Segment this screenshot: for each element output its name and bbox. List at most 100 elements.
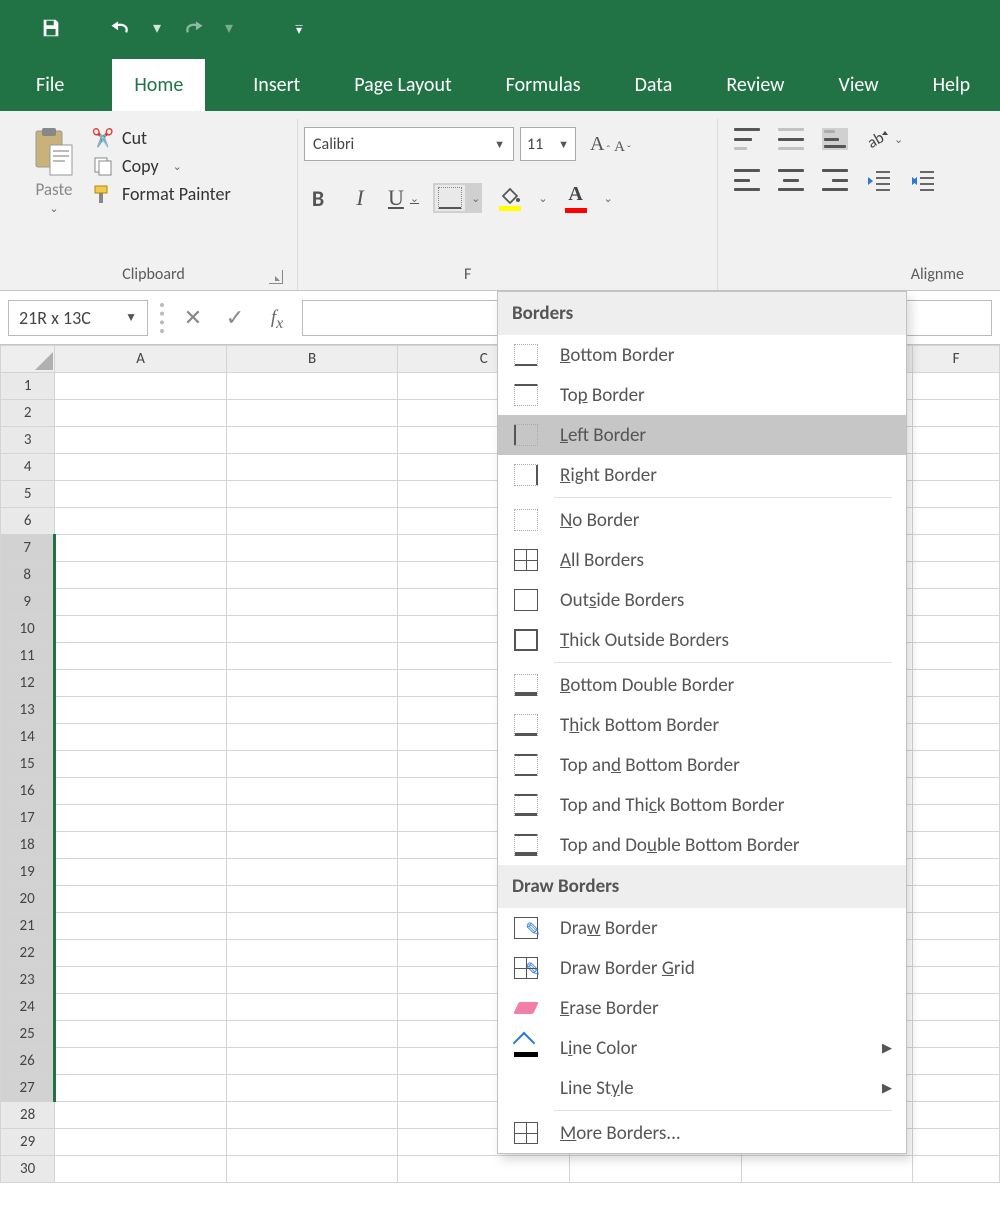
cell[interactable] xyxy=(55,1156,227,1183)
decrease-font-size-button[interactable]: Aˇ xyxy=(614,133,631,156)
align-middle-button[interactable] xyxy=(778,128,804,150)
cell[interactable] xyxy=(741,1156,913,1183)
name-box[interactable]: 21R x 13C ▼ xyxy=(8,300,148,336)
insert-function-button[interactable]: fx xyxy=(260,302,294,333)
row-header[interactable]: 2 xyxy=(1,400,55,427)
cell[interactable] xyxy=(226,508,398,535)
border-option-top[interactable]: Top Border xyxy=(498,375,906,415)
cell[interactable] xyxy=(913,1075,1000,1102)
cell[interactable] xyxy=(55,589,227,616)
cell[interactable] xyxy=(55,1075,227,1102)
row-header[interactable]: 14 xyxy=(1,724,55,751)
cell[interactable] xyxy=(226,400,398,427)
cell[interactable] xyxy=(226,616,398,643)
cell[interactable] xyxy=(55,508,227,535)
cell[interactable] xyxy=(913,535,1000,562)
tab-review[interactable]: Review xyxy=(720,61,790,111)
customize-qat-icon[interactable]: —▾ xyxy=(294,17,304,39)
cell[interactable] xyxy=(226,913,398,940)
cell[interactable] xyxy=(55,859,227,886)
font-name-select[interactable]: Calibri ▼ xyxy=(304,127,514,161)
cell[interactable] xyxy=(226,994,398,1021)
cell[interactable] xyxy=(226,454,398,481)
cell[interactable] xyxy=(913,751,1000,778)
row-header[interactable]: 19 xyxy=(1,859,55,886)
cell[interactable] xyxy=(226,697,398,724)
row-header[interactable]: 25 xyxy=(1,1021,55,1048)
cell[interactable] xyxy=(226,427,398,454)
cell[interactable] xyxy=(55,481,227,508)
cell[interactable] xyxy=(55,751,227,778)
cell[interactable] xyxy=(569,1156,741,1183)
cell[interactable] xyxy=(55,724,227,751)
cell[interactable] xyxy=(55,373,227,400)
cell[interactable] xyxy=(55,940,227,967)
border-option-line_color[interactable]: Line Color▶ xyxy=(498,1028,906,1068)
cancel-button[interactable]: ✕ xyxy=(176,304,210,331)
cell[interactable] xyxy=(226,832,398,859)
cell[interactable] xyxy=(913,373,1000,400)
borders-split-button[interactable]: ⌄ xyxy=(433,183,482,213)
cell[interactable] xyxy=(913,400,1000,427)
font-color-button[interactable]: A xyxy=(562,183,590,213)
row-header[interactable]: 9 xyxy=(1,589,55,616)
paste-dropdown-icon[interactable]: ⌄ xyxy=(49,202,58,215)
row-header[interactable]: 15 xyxy=(1,751,55,778)
cell[interactable] xyxy=(55,697,227,724)
redo-dropdown-icon[interactable]: ▾ xyxy=(224,17,234,39)
clipboard-launcher-icon[interactable] xyxy=(269,270,283,284)
cell[interactable] xyxy=(226,859,398,886)
row-header[interactable]: 21 xyxy=(1,913,55,940)
border-option-thick_bottom[interactable]: Thick Bottom Border xyxy=(498,705,906,745)
row-header[interactable]: 23 xyxy=(1,967,55,994)
cell[interactable] xyxy=(55,994,227,1021)
row-header[interactable]: 11 xyxy=(1,643,55,670)
tab-page-layout[interactable]: Page Layout xyxy=(348,61,457,111)
cell[interactable] xyxy=(226,940,398,967)
cell[interactable] xyxy=(913,913,1000,940)
column-header[interactable]: F xyxy=(913,346,1000,373)
cut-button[interactable]: ✂️Cut xyxy=(92,127,231,149)
row-header[interactable]: 1 xyxy=(1,373,55,400)
border-option-all[interactable]: All Borders xyxy=(498,540,906,580)
format-painter-button[interactable]: Format Painter xyxy=(92,183,231,205)
cell[interactable] xyxy=(913,427,1000,454)
cell[interactable] xyxy=(226,1156,398,1183)
italic-button[interactable]: I xyxy=(346,185,374,211)
cell[interactable] xyxy=(913,562,1000,589)
cell[interactable] xyxy=(226,1102,398,1129)
border-option-outside[interactable]: Outside Borders xyxy=(498,580,906,620)
undo-icon[interactable] xyxy=(110,17,132,39)
cell[interactable] xyxy=(55,886,227,913)
cell[interactable] xyxy=(55,616,227,643)
tab-home[interactable]: Home xyxy=(112,59,205,111)
cell[interactable] xyxy=(55,400,227,427)
column-header[interactable]: B xyxy=(226,346,398,373)
row-header[interactable]: 30 xyxy=(1,1156,55,1183)
cell[interactable] xyxy=(913,724,1000,751)
font-size-select[interactable]: 11 ▼ xyxy=(520,127,576,161)
row-header[interactable]: 12 xyxy=(1,670,55,697)
row-header[interactable]: 7 xyxy=(1,535,55,562)
align-bottom-button[interactable] xyxy=(822,128,848,150)
border-option-top_bottom[interactable]: Top and Bottom Border xyxy=(498,745,906,785)
cell[interactable] xyxy=(913,1156,1000,1183)
enter-button[interactable]: ✓ xyxy=(218,304,252,331)
row-header[interactable]: 3 xyxy=(1,427,55,454)
cell[interactable] xyxy=(913,589,1000,616)
cell[interactable] xyxy=(226,562,398,589)
cell[interactable] xyxy=(55,1102,227,1129)
row-header[interactable]: 13 xyxy=(1,697,55,724)
cell[interactable] xyxy=(226,1129,398,1156)
tab-formulas[interactable]: Formulas xyxy=(500,61,587,111)
cell[interactable] xyxy=(226,778,398,805)
border-option-erase[interactable]: Erase Border xyxy=(498,988,906,1028)
cell[interactable] xyxy=(55,832,227,859)
border-option-bottom[interactable]: Bottom Border xyxy=(498,335,906,375)
cell[interactable] xyxy=(913,1021,1000,1048)
select-all-corner[interactable] xyxy=(1,346,55,373)
tab-file[interactable]: File xyxy=(30,61,70,111)
cell[interactable] xyxy=(913,805,1000,832)
cell[interactable] xyxy=(226,1021,398,1048)
cell[interactable] xyxy=(913,454,1000,481)
